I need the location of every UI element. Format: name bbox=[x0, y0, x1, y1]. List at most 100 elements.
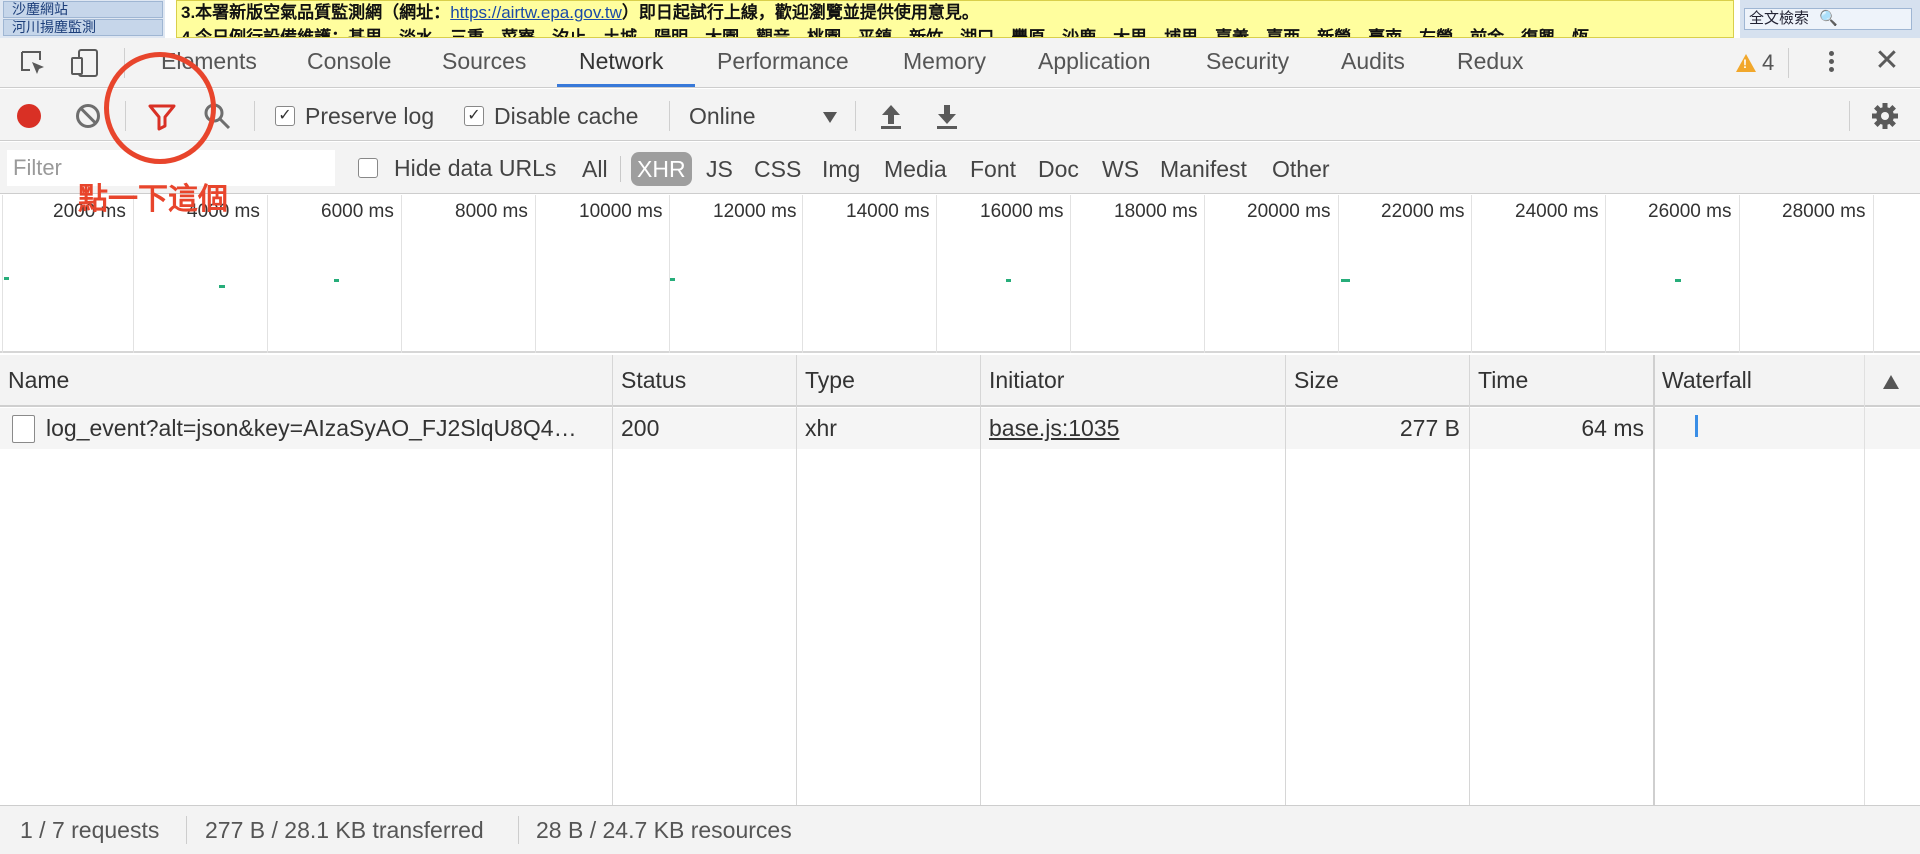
request-time: 64 ms bbox=[1581, 415, 1644, 441]
type-filter-js[interactable]: JS bbox=[702, 152, 737, 186]
request-initiator-link[interactable]: base.js:1035 bbox=[989, 408, 1279, 449]
column-divider[interactable] bbox=[1285, 355, 1286, 805]
throttling-select[interactable]: Online bbox=[689, 101, 837, 131]
clear-button[interactable] bbox=[76, 104, 100, 128]
toolbar-separator bbox=[669, 101, 670, 131]
column-divider[interactable] bbox=[1469, 355, 1470, 805]
sort-ascending-icon[interactable] bbox=[1883, 375, 1899, 389]
tab-console[interactable]: Console bbox=[303, 38, 395, 88]
tab-audits[interactable]: Audits bbox=[1337, 38, 1409, 88]
disable-cache-checkbox[interactable]: ✓ Disable cache bbox=[464, 102, 639, 129]
xhr-file-icon bbox=[12, 415, 35, 443]
column-header-initiator[interactable]: Initiator bbox=[981, 355, 1064, 405]
tab-redux[interactable]: Redux bbox=[1453, 38, 1527, 88]
tab-memory[interactable]: Memory bbox=[899, 38, 990, 88]
overview-timeline[interactable]: 2000 ms 4000 ms 6000 ms 8000 ms 10000 ms… bbox=[0, 195, 1920, 353]
hide-data-urls-label: Hide data URLs bbox=[394, 154, 557, 181]
transferred-size: 277 B / 28.1 KB transferred bbox=[205, 817, 484, 843]
news-line-1-suffix: ）即日起試行上線，歡迎瀏覽並提供使用意見。 bbox=[621, 3, 979, 22]
record-button[interactable] bbox=[17, 104, 41, 128]
timeline-gridline bbox=[401, 195, 402, 353]
type-filter-other[interactable]: Other bbox=[1268, 152, 1334, 186]
devtools-panel: Elements Console Sources Network Perform… bbox=[0, 38, 1920, 854]
type-filter-ws[interactable]: WS bbox=[1098, 152, 1143, 186]
type-filter-doc[interactable]: Doc bbox=[1034, 152, 1083, 186]
requests-count: 1 / 7 requests bbox=[20, 817, 160, 843]
timeline-gridline bbox=[1070, 195, 1071, 353]
timeline-gridline bbox=[1471, 195, 1472, 353]
timeline-request-mark bbox=[4, 277, 9, 280]
column-header-size[interactable]: Size bbox=[1286, 355, 1339, 405]
webpage-link[interactable]: 河川揚塵監測 bbox=[3, 19, 163, 36]
timeline-request-mark bbox=[334, 279, 339, 282]
close-icon[interactable]: ✕ bbox=[1872, 46, 1902, 76]
column-divider[interactable] bbox=[612, 355, 613, 805]
hide-data-urls-checkbox[interactable]: Hide data URLs bbox=[358, 154, 557, 181]
type-filter-xhr[interactable]: XHR bbox=[631, 152, 692, 186]
column-header-type[interactable]: Type bbox=[797, 355, 855, 405]
column-divider[interactable] bbox=[1653, 355, 1655, 805]
timeline-request-mark bbox=[1341, 279, 1350, 282]
request-name[interactable]: log_event?alt=json&key=AIzaSyAO_FJ2SlqU8… bbox=[46, 408, 601, 449]
tab-security[interactable]: Security bbox=[1202, 38, 1293, 88]
preserve-log-checkbox[interactable]: ✓ Preserve log bbox=[275, 102, 435, 129]
news-line-2: 4.今日例行設備維護：基里、淡水、三重、菜寮、汐止、土城、陽明、大園、觀音、桃園… bbox=[181, 28, 1590, 38]
settings-gear-icon[interactable] bbox=[1870, 101, 1900, 131]
news-link[interactable]: https://airtw.epa.gov.tw bbox=[450, 3, 622, 22]
timeline-gridline bbox=[669, 195, 670, 353]
timeline-tick-label: 14000 ms bbox=[846, 201, 930, 222]
timeline-tick-label: 6000 ms bbox=[321, 201, 394, 222]
resources-size: 28 B / 24.7 KB resources bbox=[536, 817, 792, 843]
type-filter-media[interactable]: Media bbox=[880, 152, 951, 186]
webpage-link[interactable]: 沙塵網站 bbox=[3, 1, 163, 18]
type-filter-manifest[interactable]: Manifest bbox=[1156, 152, 1251, 186]
table-row[interactable]: log_event?alt=json&key=AIzaSyAO_FJ2SlqU8… bbox=[0, 408, 1920, 449]
timeline-tick-label: 24000 ms bbox=[1515, 201, 1599, 222]
column-divider[interactable] bbox=[980, 355, 981, 805]
column-header-status[interactable]: Status bbox=[613, 355, 686, 405]
tab-network[interactable]: Network bbox=[575, 38, 667, 88]
warnings-counter[interactable]: ! 4 bbox=[1736, 48, 1774, 78]
dropdown-arrow-icon bbox=[823, 112, 837, 123]
disable-cache-label: Disable cache bbox=[494, 102, 639, 129]
checkbox-checked-icon[interactable]: ✓ bbox=[464, 106, 484, 126]
waterfall-bar bbox=[1695, 415, 1698, 437]
type-filter-all[interactable]: All bbox=[578, 152, 612, 186]
type-filter-img[interactable]: Img bbox=[818, 152, 864, 186]
webpage-left-nav: 沙塵網站 河川揚塵監測 bbox=[0, 0, 165, 38]
status-separator bbox=[518, 816, 519, 844]
checkbox-unchecked-icon[interactable] bbox=[358, 158, 378, 178]
type-filter-font[interactable]: Font bbox=[966, 152, 1020, 186]
timeline-tick-label: 16000 ms bbox=[980, 201, 1064, 222]
device-toolbar-icon[interactable] bbox=[70, 48, 100, 78]
timeline-tick-label: 28000 ms bbox=[1782, 201, 1866, 222]
tab-sources[interactable]: Sources bbox=[438, 38, 530, 88]
timeline-request-mark bbox=[219, 285, 225, 288]
timeline-gridline bbox=[267, 195, 268, 353]
waterfall-divider bbox=[1864, 355, 1865, 805]
timeline-gridline bbox=[1739, 195, 1740, 353]
timeline-tick-label: 20000 ms bbox=[1247, 201, 1331, 222]
network-status-bar: 1 / 7 requests 277 B / 28.1 KB transferr… bbox=[0, 805, 1920, 854]
preserve-log-label: Preserve log bbox=[305, 102, 435, 129]
column-header-name[interactable]: Name bbox=[0, 355, 69, 405]
timeline-gridline bbox=[2, 195, 3, 353]
tab-performance[interactable]: Performance bbox=[713, 38, 853, 88]
annotation-text: 點一下這個 bbox=[78, 182, 228, 217]
export-har-icon[interactable] bbox=[933, 101, 961, 131]
timeline-request-mark bbox=[1675, 279, 1681, 282]
search-icon[interactable]: 🔍 bbox=[1819, 10, 1838, 27]
column-header-waterfall[interactable]: Waterfall bbox=[1654, 355, 1752, 405]
timeline-tick-label: 12000 ms bbox=[713, 201, 797, 222]
news-line-1-prefix: 3.本署新版空氣品質監測網（網址： bbox=[181, 3, 451, 22]
column-divider[interactable] bbox=[796, 355, 797, 805]
inspect-element-icon[interactable] bbox=[18, 48, 48, 78]
timeline-gridline bbox=[1338, 195, 1339, 353]
more-options-icon[interactable] bbox=[1816, 48, 1846, 78]
checkbox-checked-icon[interactable]: ✓ bbox=[275, 106, 295, 126]
tab-application[interactable]: Application bbox=[1034, 38, 1155, 88]
webpage-search-box[interactable]: 全文檢索 🔍 bbox=[1744, 8, 1912, 30]
column-header-time[interactable]: Time bbox=[1470, 355, 1528, 405]
type-filter-css[interactable]: CSS bbox=[750, 152, 805, 186]
import-har-icon[interactable] bbox=[877, 101, 905, 131]
